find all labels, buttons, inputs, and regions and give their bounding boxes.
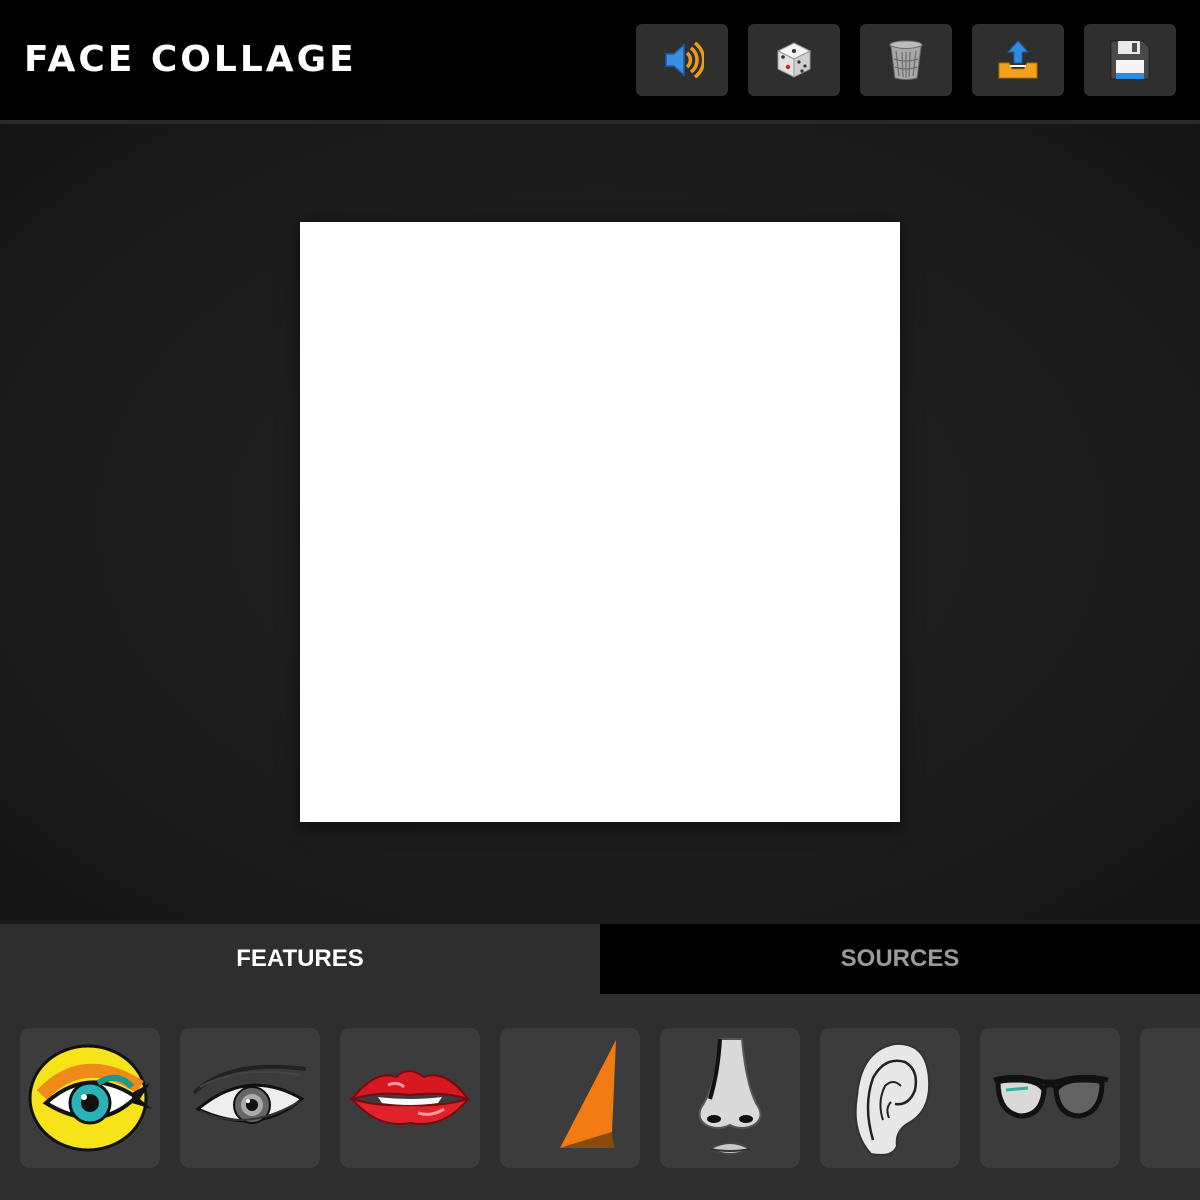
tab-features[interactable]: FEATURES (0, 924, 600, 994)
save-button[interactable] (1084, 24, 1176, 96)
feature-item-orange-shape[interactable] (500, 1028, 640, 1168)
dice-icon (776, 42, 812, 78)
feature-item-glasses[interactable] (980, 1028, 1120, 1168)
sketched-eye-icon (192, 1064, 307, 1124)
feature-item-sketched-eye[interactable] (180, 1028, 320, 1168)
floppy-disk-icon (1110, 40, 1150, 80)
pop-art-eye-icon (28, 1044, 152, 1152)
feature-tray (0, 994, 1200, 1200)
clear-button[interactable] (860, 24, 952, 96)
upload-tray-icon (998, 40, 1038, 79)
trash-icon (889, 40, 923, 80)
nose-icon (698, 1038, 762, 1155)
feature-item-red-lips[interactable] (340, 1028, 480, 1168)
feature-item-more[interactable] (1140, 1028, 1200, 1168)
app-title: FACE COLLAGE (24, 39, 357, 80)
randomize-button[interactable] (748, 24, 840, 96)
orange-triangle-icon (560, 1040, 616, 1148)
top-bar: FACE COLLAGE (0, 0, 1200, 120)
tab-sources[interactable]: SOURCES (600, 924, 1200, 994)
speaker-icon (665, 41, 704, 79)
tab-bar: FEATURES SOURCES (0, 924, 1200, 994)
feature-item-ear[interactable] (820, 1028, 960, 1168)
glasses-icon (993, 1074, 1109, 1119)
collage-canvas[interactable] (300, 222, 900, 822)
ear-icon (854, 1042, 931, 1156)
feature-item-pop-art-eye[interactable] (20, 1028, 160, 1168)
sound-button[interactable] (636, 24, 728, 96)
red-lips-icon (348, 1070, 471, 1125)
feature-item-nose[interactable] (660, 1028, 800, 1168)
upload-button[interactable] (972, 24, 1064, 96)
